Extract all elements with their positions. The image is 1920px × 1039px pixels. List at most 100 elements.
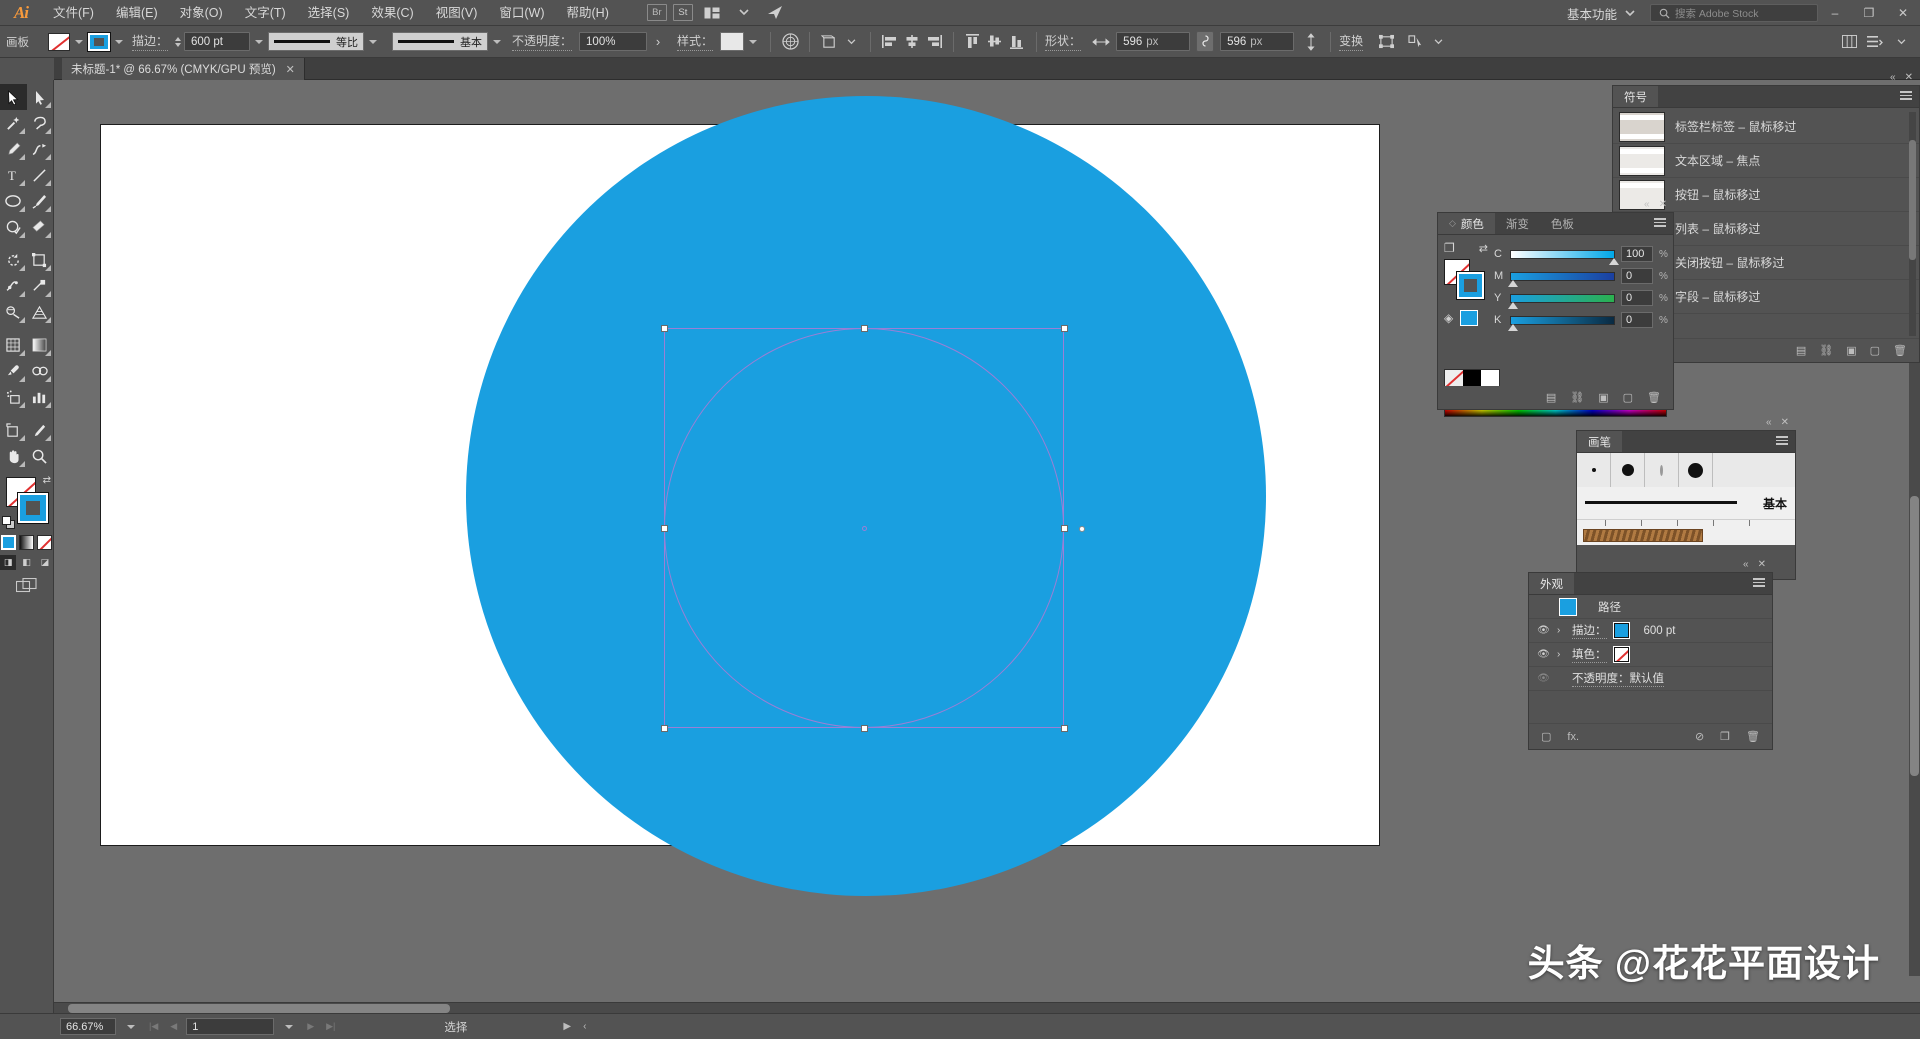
align-right-icon[interactable] — [923, 31, 945, 53]
symbol-link-icon[interactable]: ⛓ — [1819, 344, 1833, 357]
tab-appearance[interactable]: 外观 — [1529, 573, 1574, 594]
select-similar-dropdown-arrow[interactable] — [1427, 31, 1449, 53]
symbol-sprayer-tool[interactable] — [0, 384, 27, 410]
tab-swatches[interactable]: 色板 — [1539, 213, 1585, 234]
color-mode-solid[interactable] — [1, 535, 16, 550]
transform-button[interactable]: 变换 — [1339, 32, 1364, 51]
appearance-row-fill[interactable]: 👁 › 填色： — [1529, 643, 1772, 667]
rotate-handle[interactable] — [1079, 526, 1085, 532]
fill-color-swatch[interactable] — [48, 32, 70, 51]
curvature-tool[interactable] — [27, 136, 54, 162]
delete-item-icon[interactable]: 🗑 — [1746, 730, 1760, 743]
arrange-documents-icon-right[interactable] — [1838, 31, 1860, 53]
appearance-row-stroke[interactable]: 👁 › 描边： 600 pt — [1529, 619, 1772, 643]
opacity-label[interactable]: 不透明度： — [512, 32, 573, 51]
sync-settings-icon[interactable] — [763, 3, 789, 23]
brush-preset-grid[interactable] — [1577, 453, 1795, 487]
width-tool[interactable] — [0, 273, 27, 299]
add-new-stroke-icon[interactable]: ▢ — [1541, 730, 1551, 743]
appearance-row-opacity[interactable]: 👁 不透明度：默认值 — [1529, 667, 1772, 691]
menu-effect[interactable]: 效果(C) — [360, 0, 424, 26]
next-artboard-icon[interactable]: ▶ — [304, 1021, 317, 1032]
scale-tool[interactable] — [27, 247, 54, 273]
brushes-panel-menu-icon[interactable] — [1776, 436, 1788, 445]
artboard[interactable] — [100, 96, 1380, 896]
shape-width-input[interactable]: 596 px — [1116, 32, 1191, 51]
align-left-icon[interactable] — [879, 31, 901, 53]
type-tool[interactable]: T — [0, 162, 27, 188]
list-item[interactable]: 标签栏标签 – 鼠标移过 — [1613, 110, 1919, 144]
align-bottom-icon[interactable] — [1006, 31, 1028, 53]
zoom-tool[interactable] — [27, 443, 54, 469]
free-transform-tool[interactable] — [27, 273, 54, 299]
eyedropper-tool[interactable] — [0, 358, 27, 384]
menu-type[interactable]: 文字(T) — [234, 0, 297, 26]
color-3d-icon[interactable]: ◈ — [1444, 311, 1453, 325]
color-stack-icon[interactable]: ❐ — [1444, 241, 1455, 255]
menu-select[interactable]: 选择(S) — [297, 0, 361, 26]
style-dropdown-arrow[interactable] — [749, 39, 758, 44]
minimize-button[interactable]: – — [1818, 0, 1852, 26]
brush-calligraphic[interactable] — [1645, 453, 1679, 487]
chevron-down-icon[interactable] — [731, 3, 757, 23]
add-effect-icon[interactable]: fx. — [1567, 731, 1579, 743]
bbox-handle-tc[interactable] — [861, 325, 868, 332]
draw-normal-mode[interactable]: ◨ — [0, 555, 17, 570]
appearance-stroke-weight[interactable]: 600 pt — [1644, 625, 1676, 637]
magic-wand-tool[interactable] — [0, 110, 27, 136]
arrange-documents-icon[interactable] — [699, 3, 725, 23]
bbox-handle-bc[interactable] — [861, 725, 868, 732]
collapse-icon[interactable]: « — [1890, 72, 1896, 83]
slice-tool[interactable] — [27, 417, 54, 443]
stock-icon[interactable]: St — [672, 4, 693, 21]
first-artboard-icon[interactable]: |◀ — [146, 1021, 161, 1032]
status-collapse-icon[interactable]: ‹ — [583, 1021, 586, 1032]
collapse-icon[interactable]: « — [1766, 417, 1772, 428]
stroke-weight-label[interactable]: 描边： — [132, 32, 169, 51]
perspective-grid-icon[interactable] — [818, 31, 840, 53]
constrain-proportions-icon[interactable] — [1196, 31, 1215, 52]
new-symbol-icon[interactable]: ▢ — [1870, 344, 1880, 357]
column-graph-tool[interactable] — [27, 384, 54, 410]
previous-artboard-icon[interactable]: ◀ — [167, 1021, 180, 1032]
duplicate-item-icon[interactable]: ❐ — [1720, 730, 1730, 743]
zoom-dropdown-arrow[interactable] — [127, 1024, 135, 1029]
lasso-tool[interactable] — [27, 110, 54, 136]
shape-height-input[interactable]: 596 px — [1220, 32, 1295, 51]
none-swatch[interactable] — [1445, 370, 1463, 386]
stroke-weight-stepper[interactable] — [175, 36, 182, 47]
canvas-horizontal-scrollbar[interactable] — [54, 1002, 1920, 1013]
paintbrush-tool[interactable] — [27, 188, 54, 214]
visibility-eye-icon-off[interactable]: 👁 — [1537, 673, 1550, 684]
collapse-icon[interactable]: « — [1743, 559, 1749, 570]
collapse-icon[interactable]: « — [1644, 199, 1650, 210]
variable-width-profile[interactable]: 等比 — [268, 32, 365, 51]
symbols-panel-menu-icon[interactable] — [1900, 91, 1912, 100]
select-similar-objects-icon[interactable] — [1405, 31, 1427, 53]
stroke-weight-dropdown-arrow[interactable] — [255, 39, 264, 44]
eraser-tool[interactable] — [27, 214, 54, 240]
gradient-tool[interactable] — [27, 332, 54, 358]
recolor-artwork-icon[interactable] — [779, 31, 801, 53]
visibility-eye-icon[interactable]: 👁 — [1537, 649, 1550, 660]
envelope-distort-icon[interactable] — [1375, 31, 1397, 53]
current-color-preview[interactable] — [1460, 310, 1479, 326]
stroke-color-swatch[interactable] — [1612, 622, 1630, 639]
brush-dot-small[interactable] — [1611, 453, 1645, 487]
appearance-opacity-label[interactable]: 不透明度：默认值 — [1572, 670, 1664, 687]
delete-color-icon[interactable]: 🗑 — [1647, 391, 1661, 404]
tab-brushes[interactable]: 画笔 — [1577, 431, 1622, 452]
bridge-icon[interactable]: Br — [646, 4, 667, 21]
status-play-icon[interactable]: ▶ — [563, 1021, 571, 1032]
slider-track-m[interactable] — [1508, 271, 1615, 287]
perspective-dropdown-arrow[interactable] — [840, 31, 862, 53]
close-icon[interactable]: ✕ — [1905, 72, 1913, 83]
close-icon[interactable]: ✕ — [1781, 417, 1789, 428]
symbol-libraries-icon[interactable]: ▤ — [1796, 344, 1806, 357]
screen-mode-icon[interactable] — [0, 578, 53, 593]
maximize-button[interactable]: ❐ — [1852, 0, 1886, 26]
tab-color[interactable]: ◇ 颜色 — [1438, 213, 1495, 234]
color-mode-none[interactable] — [37, 535, 52, 550]
menu-help[interactable]: 帮助(H) — [556, 0, 620, 26]
rotate-tool[interactable] — [0, 247, 27, 273]
